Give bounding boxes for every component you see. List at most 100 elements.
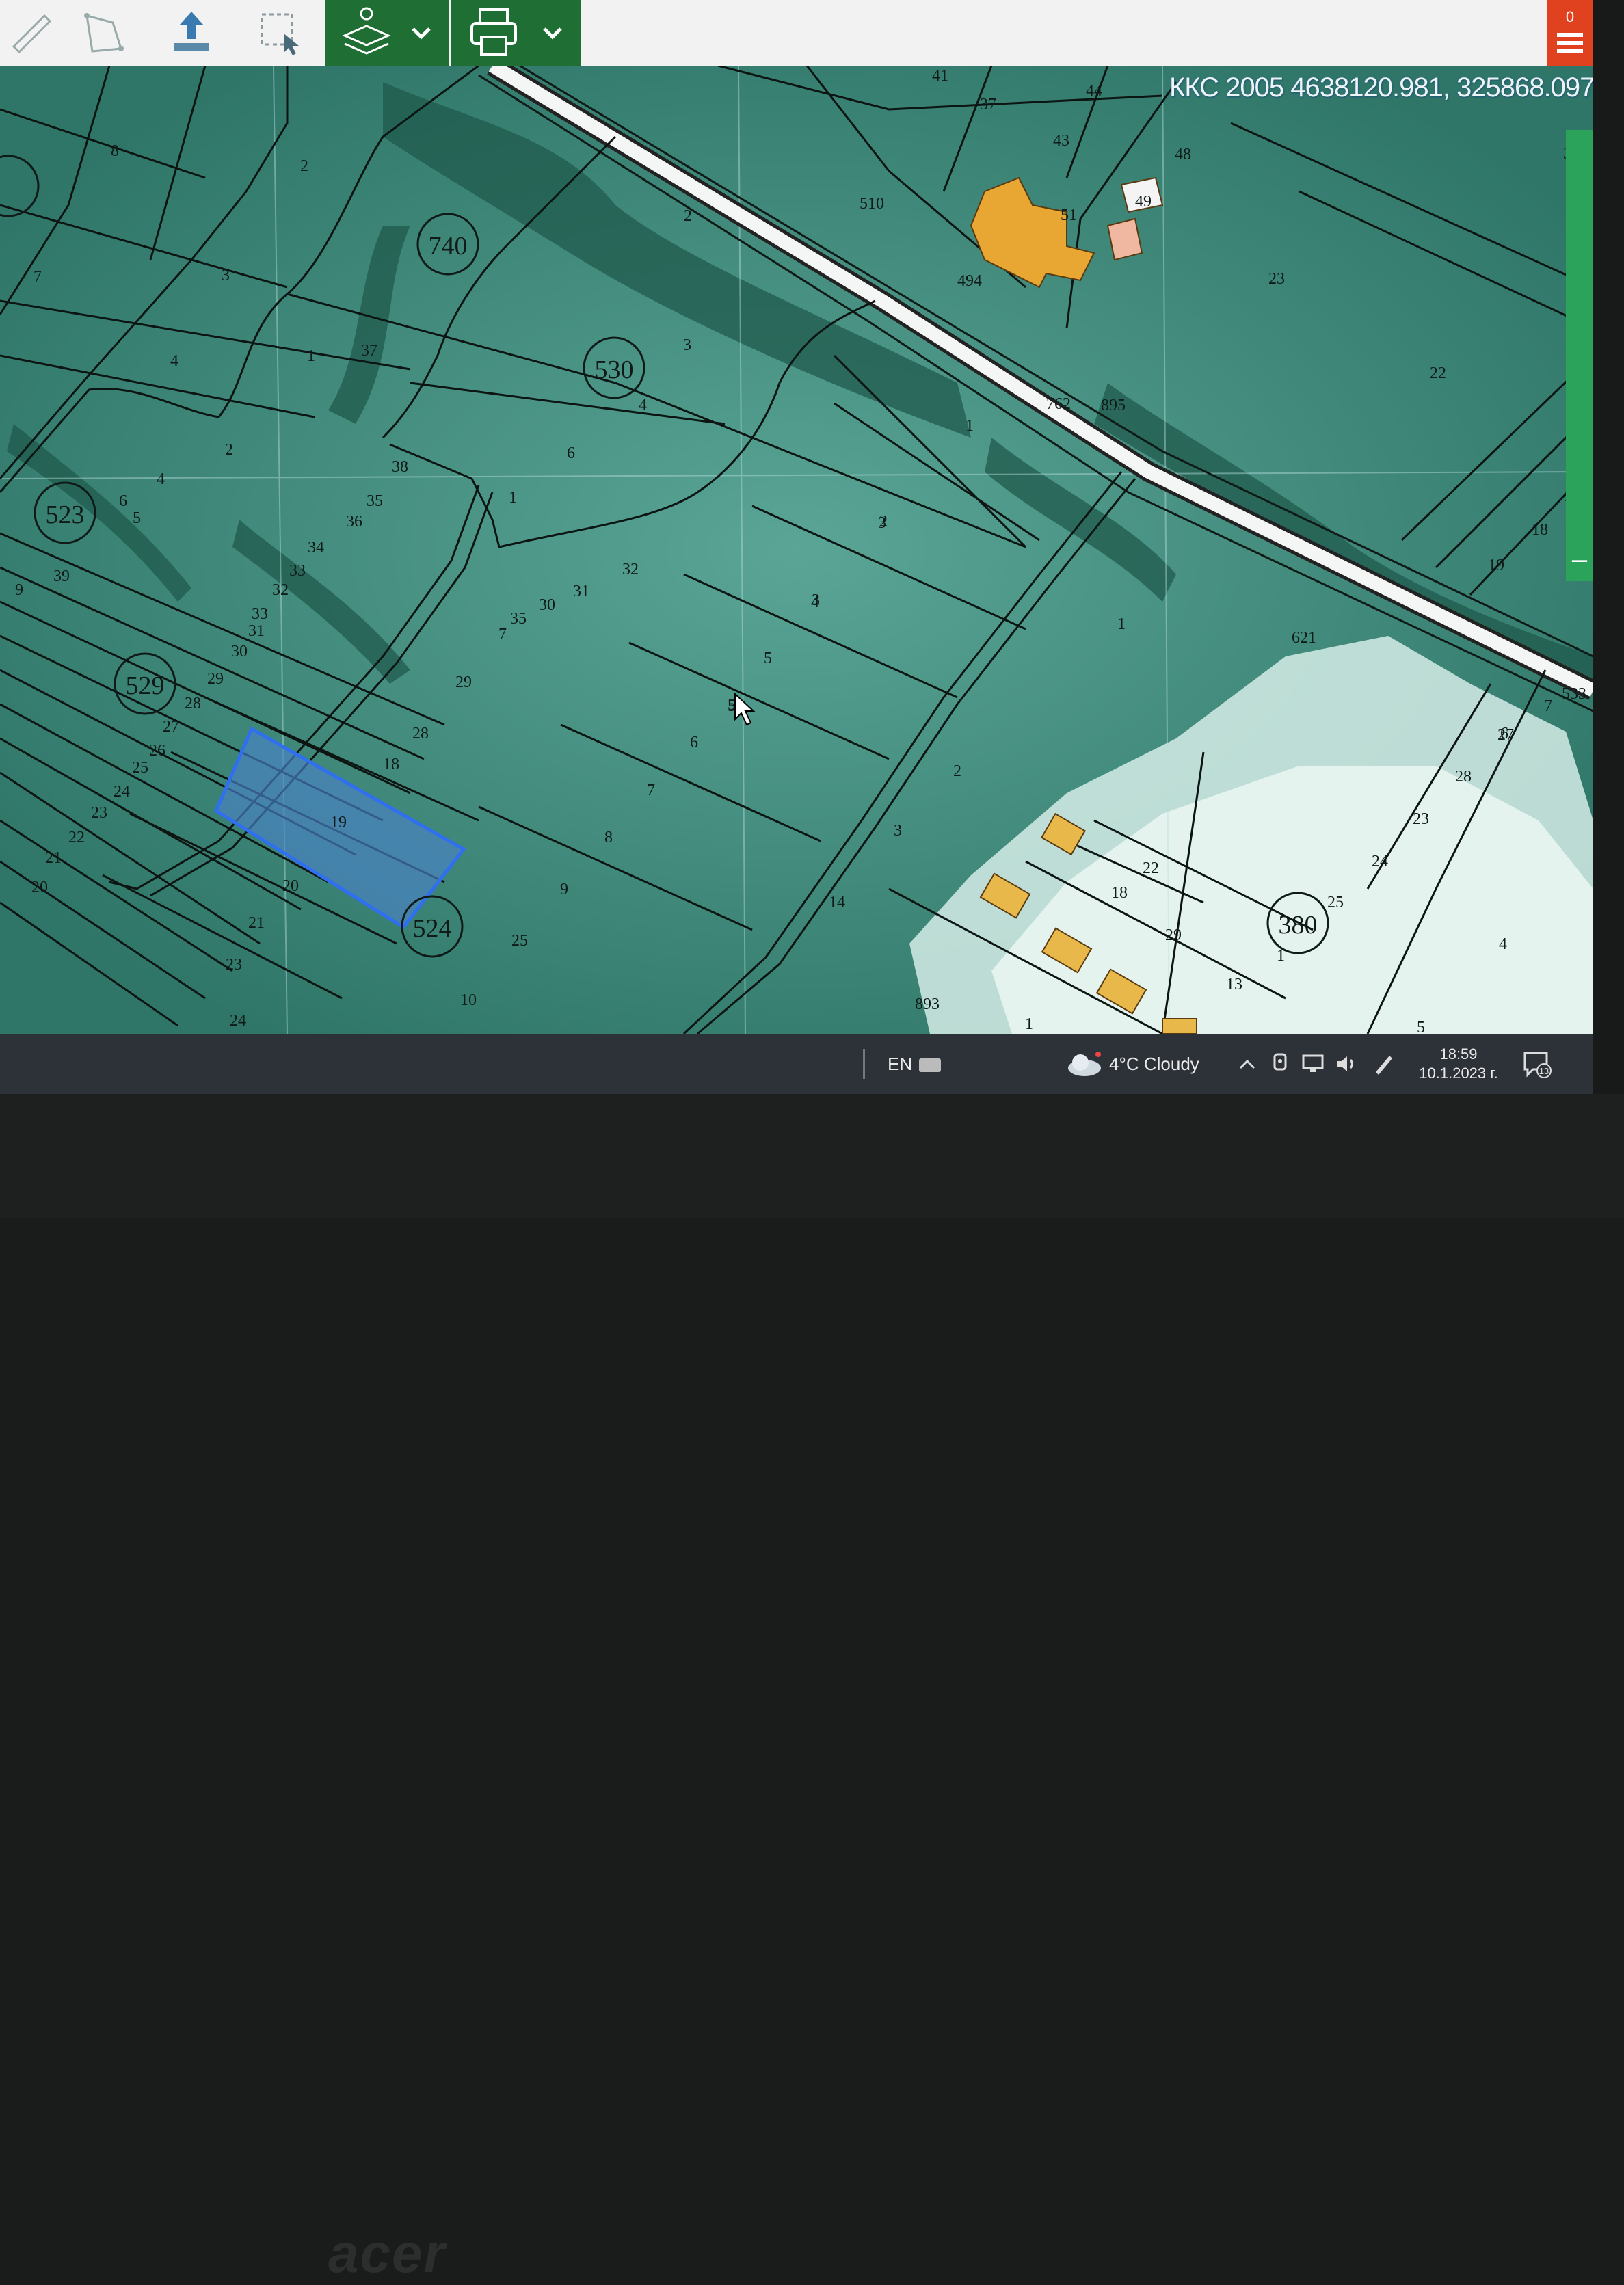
polygon-measure-tool[interactable] [68, 0, 137, 66]
parcel-number-label: 4 [157, 470, 165, 488]
ruler-tool[interactable] [0, 0, 62, 66]
clock[interactable]: 18:59 10.1.2023 г. [1414, 1034, 1503, 1094]
select-area-icon [261, 13, 299, 55]
parcel-number-label: 22 [1143, 859, 1159, 877]
parcel-number-label: 13 [1226, 976, 1242, 993]
parcel-number-label: 6 [690, 734, 698, 751]
parcel-number-label: 19 [330, 814, 347, 831]
notifications-icon: 13 [1523, 1052, 1552, 1078]
parcel-number-label: 9 [15, 581, 23, 599]
network-icon[interactable] [1301, 1034, 1325, 1094]
parcel-number-label: 21 [248, 914, 265, 932]
weather-widget[interactable]: 4°C Cloudy [1065, 1034, 1199, 1094]
parcel-number-label: 1 [1117, 615, 1126, 633]
ruler-icon [12, 14, 51, 53]
parcel-number-label: 29 [1165, 926, 1182, 944]
parcel-number-label: 38 [392, 458, 408, 476]
cadastral-map[interactable]: 740530523529524 380 82374 1245639931302928… [0, 66, 1593, 1034]
volume-icon[interactable] [1335, 1034, 1359, 1094]
parcel-number-label: 20 [31, 879, 48, 896]
parcel-number-label: 33 [289, 562, 306, 580]
parcel-number-label: 48 [1175, 146, 1191, 163]
parcel-number-label: 35 [367, 492, 383, 510]
notification-count: 0 [1566, 8, 1574, 25]
parcel-number-label: 23 [1268, 270, 1285, 288]
menu-button[interactable]: 0 [1547, 0, 1593, 66]
parcel-number-label: 5 [764, 650, 772, 667]
parcel-number-label: 533 [1562, 685, 1586, 703]
parcel-number-label: 4 [1499, 935, 1507, 953]
parcel-number-label: 6 [1500, 725, 1508, 743]
building [1106, 217, 1143, 261]
parcel-number-label: 3 [222, 267, 230, 284]
parcel-number-label: 41 [932, 67, 948, 85]
parcel-number-label: 7 [498, 626, 507, 643]
parcel-number-label: 51 [1061, 206, 1077, 224]
parcel-number-label: 14 [829, 894, 845, 911]
parcel-number-label: 37 [980, 96, 996, 113]
keyboard-icon[interactable] [918, 1034, 942, 1094]
parcel-number-label: 762 [1046, 395, 1071, 413]
parcel-number-label: 5 [1417, 1019, 1425, 1034]
parcel-number-label: 44 [1086, 82, 1102, 100]
parcel-number-label: 18 [1111, 884, 1128, 902]
block-number-label: 524 [413, 914, 452, 943]
parcel-number-label: 7 [1544, 697, 1552, 715]
monitor-brand-logo: acer [328, 2223, 447, 2284]
upload-icon [174, 12, 209, 51]
parcel-number-label: 9 [560, 881, 568, 898]
webcam-icon[interactable] [1270, 1034, 1290, 1094]
parcel-number-label: 19 [1488, 557, 1504, 574]
parcel-number-label: 26 [149, 742, 165, 760]
parcel-number-label: 36 [346, 513, 362, 531]
parcel-number-label: 3 [683, 336, 691, 354]
parcel-number-label: 24 [1372, 853, 1388, 870]
parcel-number-label: 1 [1025, 1015, 1033, 1033]
weather-text: 4°C Cloudy [1109, 1053, 1199, 1074]
parcel-number-label: 6 [567, 444, 575, 462]
clock-time: 18:59 [1439, 1045, 1478, 1063]
parcel-number-label: 2 [953, 762, 961, 780]
zoom-out-button[interactable]: – [1566, 540, 1593, 581]
upload-tool[interactable] [157, 0, 226, 66]
select-area-tool[interactable] [246, 0, 315, 66]
monitor-bezel: acer [0, 1094, 1624, 2284]
print-icon [470, 8, 517, 56]
parcel-number-label: 25 [511, 932, 528, 950]
parcel-number-label: 23 [226, 956, 242, 974]
layers-icon [342, 7, 391, 55]
taskbar-divider [863, 1049, 865, 1079]
parcel-number-label: 22 [68, 829, 85, 846]
parcel-number-label: 25 [132, 759, 148, 777]
parcel-number-label: 29 [455, 673, 472, 691]
parcel-number-label: 31 [573, 583, 589, 600]
chevron-up-icon[interactable] [1238, 1034, 1257, 1094]
parcel-number-label: 3 [894, 822, 902, 840]
print-dropdown[interactable] [451, 0, 581, 66]
parcel-number-label: 2 [879, 513, 888, 531]
zoom-control[interactable] [1566, 130, 1593, 581]
monitor-screen: 740 530 523 529 524 380 8 2 3 7 4 1 2 4 5 6 39 9 31 30 29 28… [0, 0, 1593, 1094]
parcel-number-label: 23 [91, 804, 107, 822]
parcel-number-label: 895 [1101, 397, 1126, 414]
parcel-number-label: 3 [812, 591, 820, 609]
pen-icon[interactable] [1372, 1034, 1396, 1094]
parcel-number-label: 2 [684, 207, 692, 225]
parcel-number-label: 28 [1455, 768, 1472, 786]
parcel-number-label: 1 [1277, 947, 1285, 965]
parcel-number-label: 24 [114, 783, 130, 801]
parcel-number-label: 10 [460, 991, 477, 1009]
clock-date: 10.1.2023 г. [1419, 1065, 1498, 1082]
parcel-number-label: 25 [1327, 894, 1344, 911]
language-indicator[interactable]: EN [888, 1034, 912, 1094]
coordinate-readout: ККС 2005 4638120.981, 325868.097 [1169, 72, 1593, 103]
block-number-label: 380 [1279, 911, 1318, 939]
parcel-number-label: 43 [1053, 132, 1069, 150]
parcel-number-label: 29 [207, 670, 224, 688]
layers-dropdown[interactable] [325, 0, 449, 66]
notification-center-button[interactable]: 13 [1522, 1034, 1552, 1094]
building [1162, 1018, 1197, 1034]
parcel-number-label: 4 [639, 397, 647, 414]
parcel-number-label: 18 [383, 756, 399, 773]
parcel-number-label: 21 [45, 849, 62, 867]
